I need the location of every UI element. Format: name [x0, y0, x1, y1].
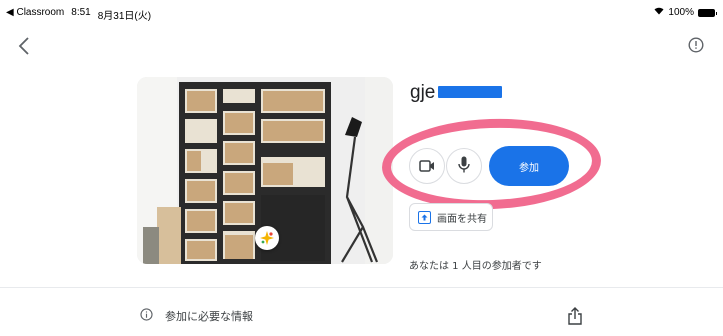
divider	[0, 287, 723, 288]
screen-share-icon	[418, 210, 431, 224]
battery-percent: 100%	[668, 7, 694, 18]
participant-status: あなたは 1 人目の参加者です	[409, 261, 542, 272]
share-screen-button[interactable]: 画面を共有	[409, 203, 493, 231]
upload-share-icon	[568, 307, 582, 329]
wifi-icon	[654, 7, 664, 18]
status-date: 8月31日(火)	[97, 11, 152, 22]
back-button[interactable]	[10, 34, 38, 62]
chevron-left-icon	[18, 37, 30, 59]
redaction-mark	[438, 86, 502, 98]
joining-info-row[interactable]: 参加に必要な情報	[140, 308, 253, 324]
annotation-circle	[380, 115, 603, 213]
report-info-button[interactable]	[685, 36, 707, 58]
sparkle-effects-icon	[260, 231, 274, 245]
effects-button[interactable]	[255, 226, 279, 250]
battery-icon	[698, 8, 717, 17]
status-time: 8:51	[71, 7, 91, 18]
camera-preview	[137, 77, 393, 264]
share-info-button[interactable]	[567, 307, 583, 329]
share-screen-label: 画面を共有	[437, 213, 487, 225]
status-bar: ◀ Classroom 8:51 8月31日(火) 100%	[0, 0, 723, 26]
joining-info-label: 参加に必要な情報	[165, 310, 253, 323]
meeting-title: gje	[410, 82, 436, 103]
info-icon	[140, 308, 153, 324]
back-to-app-link[interactable]: ◀ Classroom	[6, 7, 64, 22]
info-outline-icon	[688, 37, 704, 57]
